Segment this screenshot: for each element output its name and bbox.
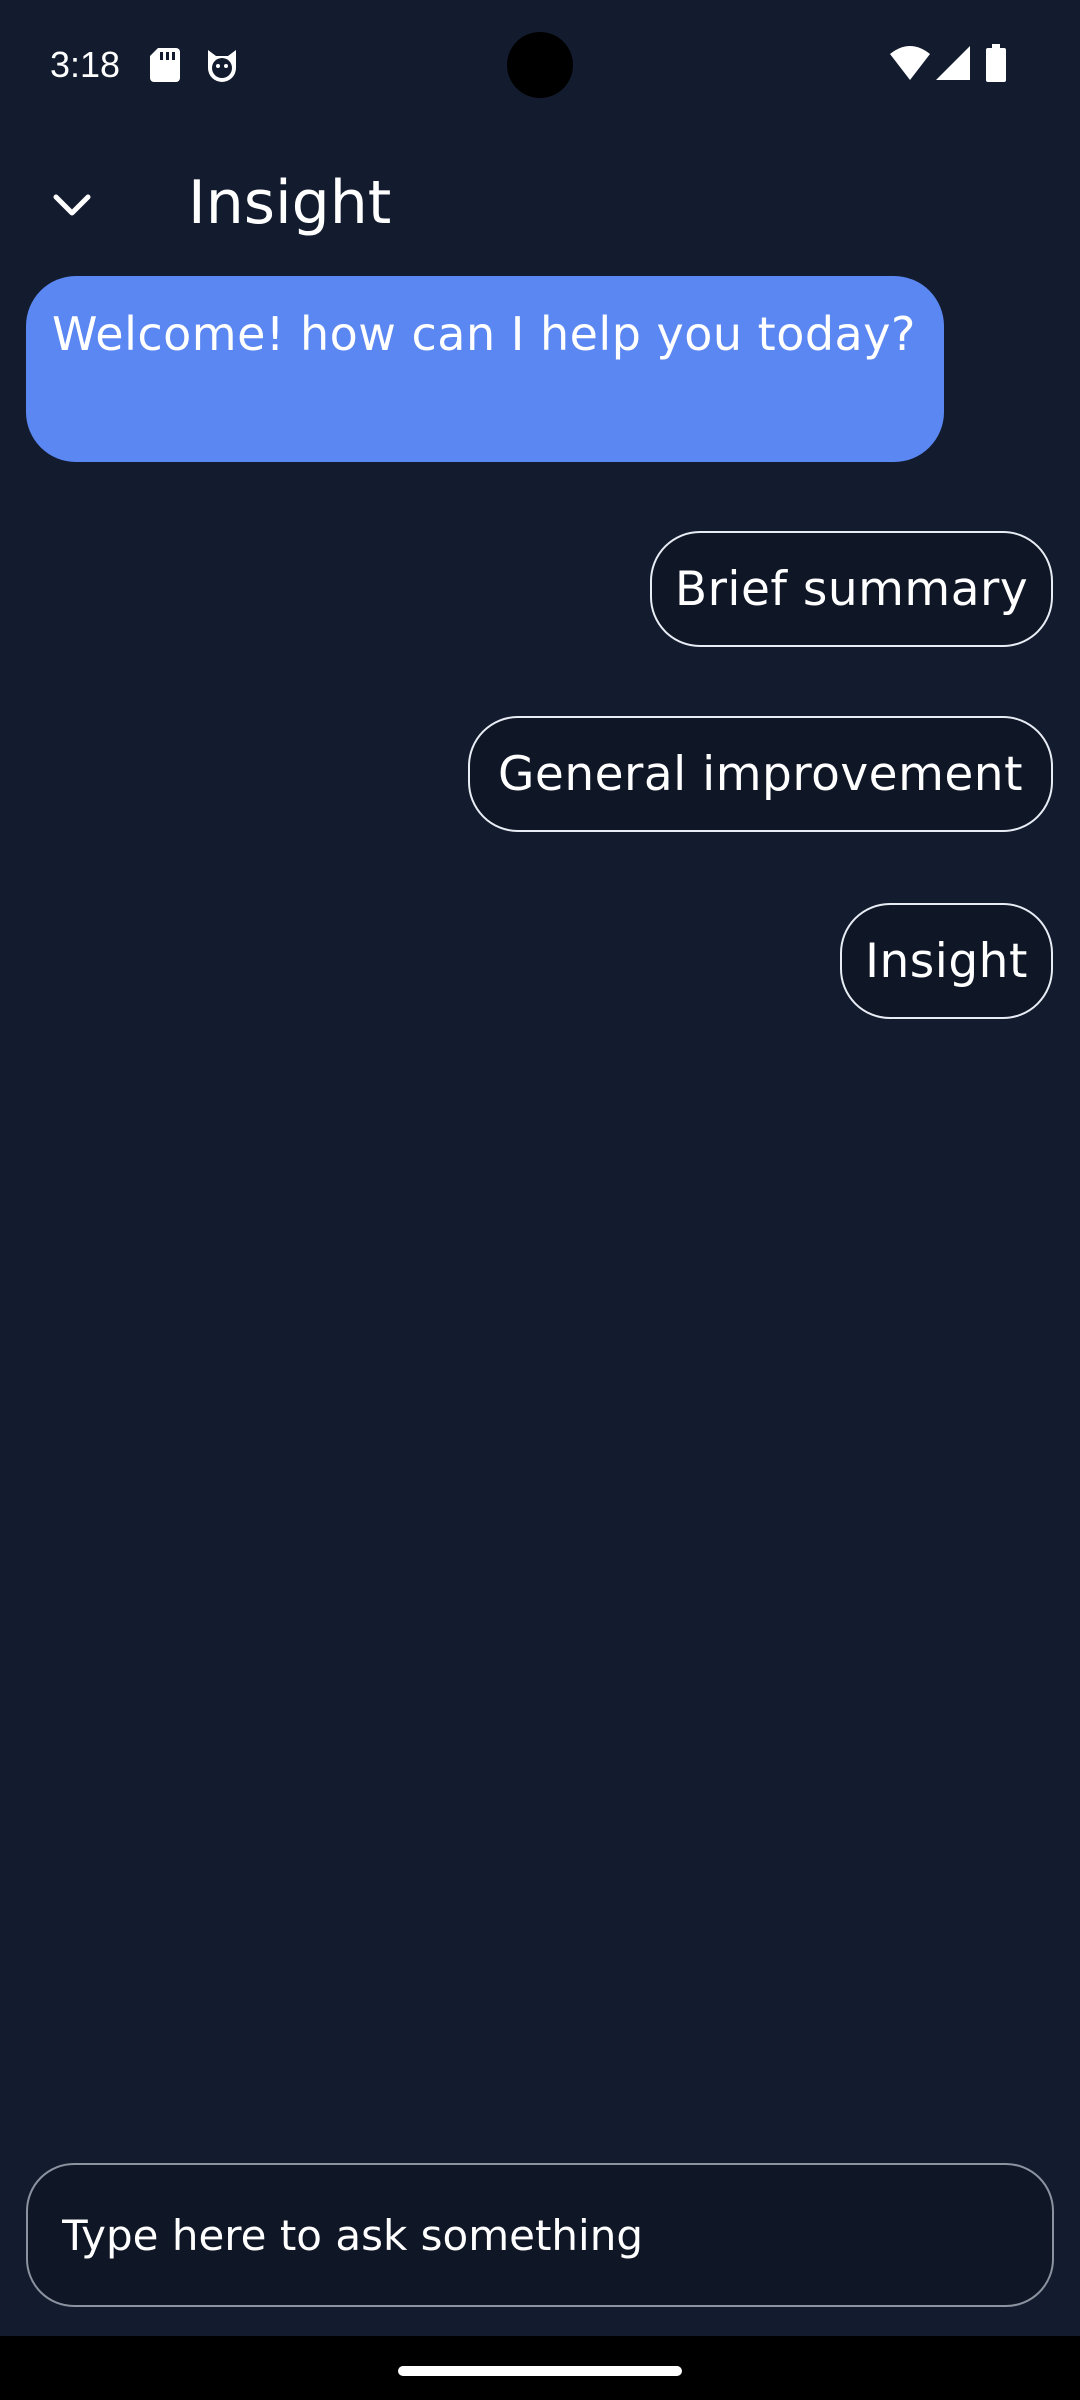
cat-face-icon (204, 48, 240, 86)
suggestion-chip-general-improvement[interactable]: General improvement (468, 716, 1053, 832)
chat-screen: 3:18 Insight Welcome! how can I help you… (0, 0, 1080, 2400)
welcome-message-bubble: Welcome! how can I help you today? (26, 276, 944, 462)
app-bar: Insight (0, 150, 1080, 260)
message-input-container[interactable] (26, 2163, 1054, 2307)
sd-card-icon (150, 48, 180, 86)
home-indicator[interactable] (398, 2366, 682, 2376)
chevron-down-icon (53, 194, 91, 216)
page-title: Insight (188, 168, 392, 238)
suggestion-chip-insight[interactable]: Insight (840, 903, 1053, 1019)
message-input[interactable] (60, 2209, 1020, 2261)
battery-icon (986, 44, 1006, 86)
status-time: 3:18 (50, 44, 121, 85)
wifi-icon (890, 46, 930, 84)
suggestion-chip-brief-summary[interactable]: Brief summary (650, 531, 1053, 647)
navigation-bar (0, 2336, 1080, 2400)
status-bar: 3:18 (0, 0, 1080, 130)
camera-cutout (507, 32, 573, 98)
signal-icon (936, 46, 970, 84)
collapse-button[interactable] (36, 170, 108, 242)
